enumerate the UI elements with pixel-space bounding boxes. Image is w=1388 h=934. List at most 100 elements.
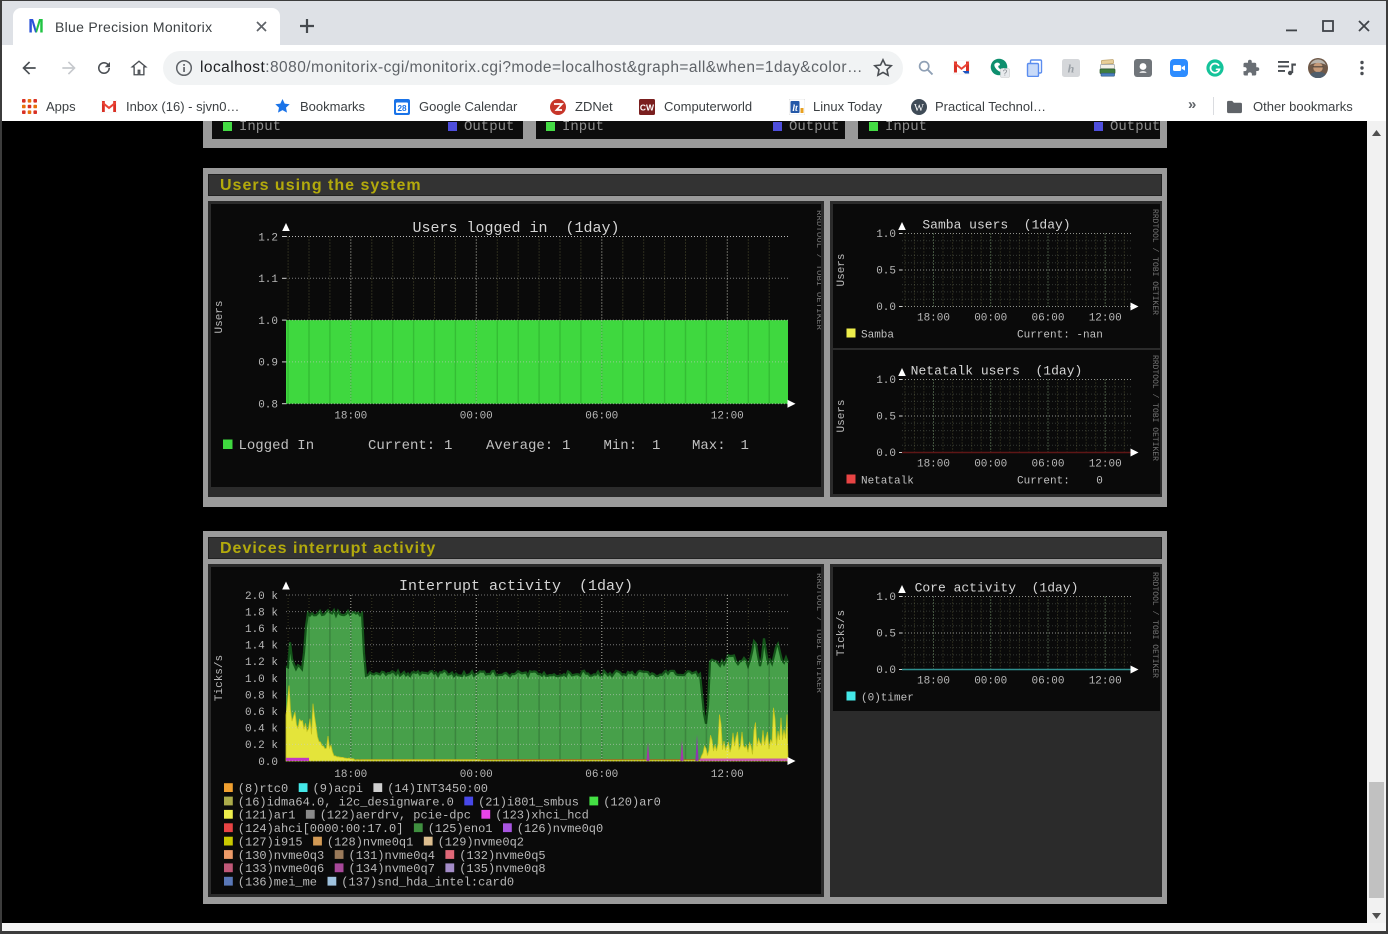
svg-text:Current: 0: Current: 0 <box>1017 476 1103 488</box>
svg-text:(120)ar0: (120)ar0 <box>603 795 661 809</box>
svg-text:(122)aerdrv, pcie-dpc: (122)aerdrv, pcie-dpc <box>320 809 471 823</box>
svg-text:0.5: 0.5 <box>876 266 896 278</box>
svg-text:00:00: 00:00 <box>974 676 1007 688</box>
svg-text:(16)idma64.0, i2c_designware.0: (16)idma64.0, i2c_designware.0 <box>238 795 454 809</box>
svg-text:(125)eno1: (125)eno1 <box>428 822 493 836</box>
svg-text:lt: lt <box>792 104 798 114</box>
svg-text:0.2 k: 0.2 k <box>245 740 278 752</box>
svg-text:0.8 k: 0.8 k <box>245 690 278 702</box>
svg-text:(124)ahci[0000:00:17.0]: (124)ahci[0000:00:17.0] <box>238 822 404 836</box>
svg-text:06:00: 06:00 <box>1031 676 1064 688</box>
svg-text:Users: Users <box>214 300 226 333</box>
svg-text:12:00: 12:00 <box>1089 459 1122 471</box>
svg-text:06:00: 06:00 <box>585 769 618 781</box>
svg-text:18:00: 18:00 <box>917 676 950 688</box>
svg-text:(133)nvme0q6: (133)nvme0q6 <box>238 862 324 876</box>
svg-text:1.6 k: 1.6 k <box>245 624 278 636</box>
svg-text:Netatalk users (1day): Netatalk users (1day) <box>911 364 1083 379</box>
svg-text:12:00: 12:00 <box>1089 676 1122 688</box>
svg-text:18:00: 18:00 <box>917 313 950 325</box>
svg-text:1.0: 1.0 <box>876 592 896 604</box>
svg-text:(128)nvme0q1: (128)nvme0q1 <box>327 836 413 850</box>
svg-text:0.8: 0.8 <box>258 400 278 412</box>
svg-text:Ticks/s: Ticks/s <box>214 655 226 701</box>
svg-text:1.2: 1.2 <box>258 232 278 244</box>
svg-text:1.8 k: 1.8 k <box>245 607 278 619</box>
svg-text:18:00: 18:00 <box>334 411 367 423</box>
svg-text:1.4 k: 1.4 k <box>245 641 278 653</box>
svg-text:RRDTOOL / TOBI OETIKER: RRDTOOL / TOBI OETIKER <box>1150 209 1160 315</box>
svg-text:(137)snd_hda_intel:card0: (137)snd_hda_intel:card0 <box>341 876 514 890</box>
svg-text:06:00: 06:00 <box>585 411 618 423</box>
svg-text:1.0 k: 1.0 k <box>245 674 278 686</box>
svg-text:Current:: Current: <box>368 438 435 454</box>
svg-text:(8)rtc0: (8)rtc0 <box>238 782 288 796</box>
svg-text:06:00: 06:00 <box>1031 313 1064 325</box>
svg-text:0.0: 0.0 <box>876 448 896 460</box>
svg-text:Core activity (1day): Core activity (1day) <box>915 581 1079 596</box>
svg-text:RRDTOOL / TOBI OETIKER: RRDTOOL / TOBI OETIKER <box>814 210 821 330</box>
svg-text:(14)INT3450:00: (14)INT3450:00 <box>387 782 488 796</box>
svg-text:1: 1 <box>741 438 749 454</box>
svg-text:28: 28 <box>397 104 407 113</box>
svg-text:00:00: 00:00 <box>460 411 493 423</box>
svg-text:1.0: 1.0 <box>876 229 896 241</box>
svg-text:1.1: 1.1 <box>258 274 278 286</box>
svg-text:(134)nvme0q7: (134)nvme0q7 <box>349 862 435 876</box>
svg-text:h: h <box>1068 62 1075 76</box>
svg-text:(136)mei_me: (136)mei_me <box>238 876 317 890</box>
svg-text:(9)acpi: (9)acpi <box>313 782 363 796</box>
svg-text:1: 1 <box>652 438 660 454</box>
svg-text:W: W <box>914 103 924 114</box>
svg-text:(126)nvme0q0: (126)nvme0q0 <box>517 822 603 836</box>
svg-text:00:00: 00:00 <box>460 769 493 781</box>
svg-text:0.0: 0.0 <box>876 665 896 677</box>
svg-text:(121)ar1: (121)ar1 <box>238 809 296 823</box>
svg-text:Users: Users <box>836 399 848 432</box>
svg-text:2.0 k: 2.0 k <box>245 591 278 603</box>
svg-text:Logged In: Logged In <box>239 438 315 454</box>
svg-text:0.9: 0.9 <box>258 358 278 370</box>
svg-text:(135)nvme0q8: (135)nvme0q8 <box>459 862 545 876</box>
svg-text:Max:: Max: <box>692 438 726 454</box>
svg-text:12:00: 12:00 <box>711 769 744 781</box>
svg-text:0.4 k: 0.4 k <box>245 724 278 736</box>
svg-text:Netatalk: Netatalk <box>861 476 914 488</box>
svg-text:(21)i801_smbus: (21)i801_smbus <box>478 795 579 809</box>
svg-text:Users: Users <box>836 253 848 286</box>
svg-text:Current: -nan: Current: -nan <box>1017 330 1103 342</box>
svg-text:18:00: 18:00 <box>917 459 950 471</box>
svg-text:CW: CW <box>640 103 655 113</box>
svg-text:(123)xhci_hcd: (123)xhci_hcd <box>495 809 589 823</box>
svg-text:Samba: Samba <box>861 330 894 342</box>
svg-text:1: 1 <box>444 438 452 454</box>
svg-text:Users logged in (1day): Users logged in (1day) <box>412 220 619 237</box>
svg-text:Average:: Average: <box>486 438 553 454</box>
svg-text:0.6 k: 0.6 k <box>245 707 278 719</box>
svg-text:00:00: 00:00 <box>974 313 1007 325</box>
svg-text:(129)nvme0q2: (129)nvme0q2 <box>438 836 524 850</box>
svg-text:1.0: 1.0 <box>258 316 278 328</box>
svg-text:12:00: 12:00 <box>1089 313 1122 325</box>
svg-text:(127)i915: (127)i915 <box>238 836 303 850</box>
svg-text:Min:: Min: <box>604 438 638 454</box>
svg-text:1.0: 1.0 <box>876 375 896 387</box>
svg-text:Interrupt activity (1day): Interrupt activity (1day) <box>399 578 633 595</box>
svg-text:RRDTOOL / TOBI OETIKER: RRDTOOL / TOBI OETIKER <box>1150 572 1160 678</box>
svg-text:M: M <box>28 17 44 36</box>
svg-text:0.5: 0.5 <box>876 412 896 424</box>
svg-text:Ticks/s: Ticks/s <box>836 610 848 656</box>
svg-text:0.5: 0.5 <box>876 629 896 641</box>
svg-text:1: 1 <box>562 438 570 454</box>
svg-text:00:00: 00:00 <box>974 459 1007 471</box>
svg-text:(131)nvme0q4: (131)nvme0q4 <box>349 849 435 863</box>
svg-text:12:00: 12:00 <box>711 411 744 423</box>
svg-text:Samba users (1day): Samba users (1day) <box>922 218 1070 233</box>
svg-text:0.0: 0.0 <box>876 302 896 314</box>
svg-text:(0)timer: (0)timer <box>861 693 914 705</box>
svg-text:06:00: 06:00 <box>1031 459 1064 471</box>
svg-text:RRDTOOL / TOBI OETIKER: RRDTOOL / TOBI OETIKER <box>1150 355 1160 461</box>
svg-text:?: ? <box>1003 69 1008 78</box>
svg-text:RRDTOOL / TOBI OETIKER: RRDTOOL / TOBI OETIKER <box>814 573 821 693</box>
svg-text:0.0: 0.0 <box>258 757 278 769</box>
